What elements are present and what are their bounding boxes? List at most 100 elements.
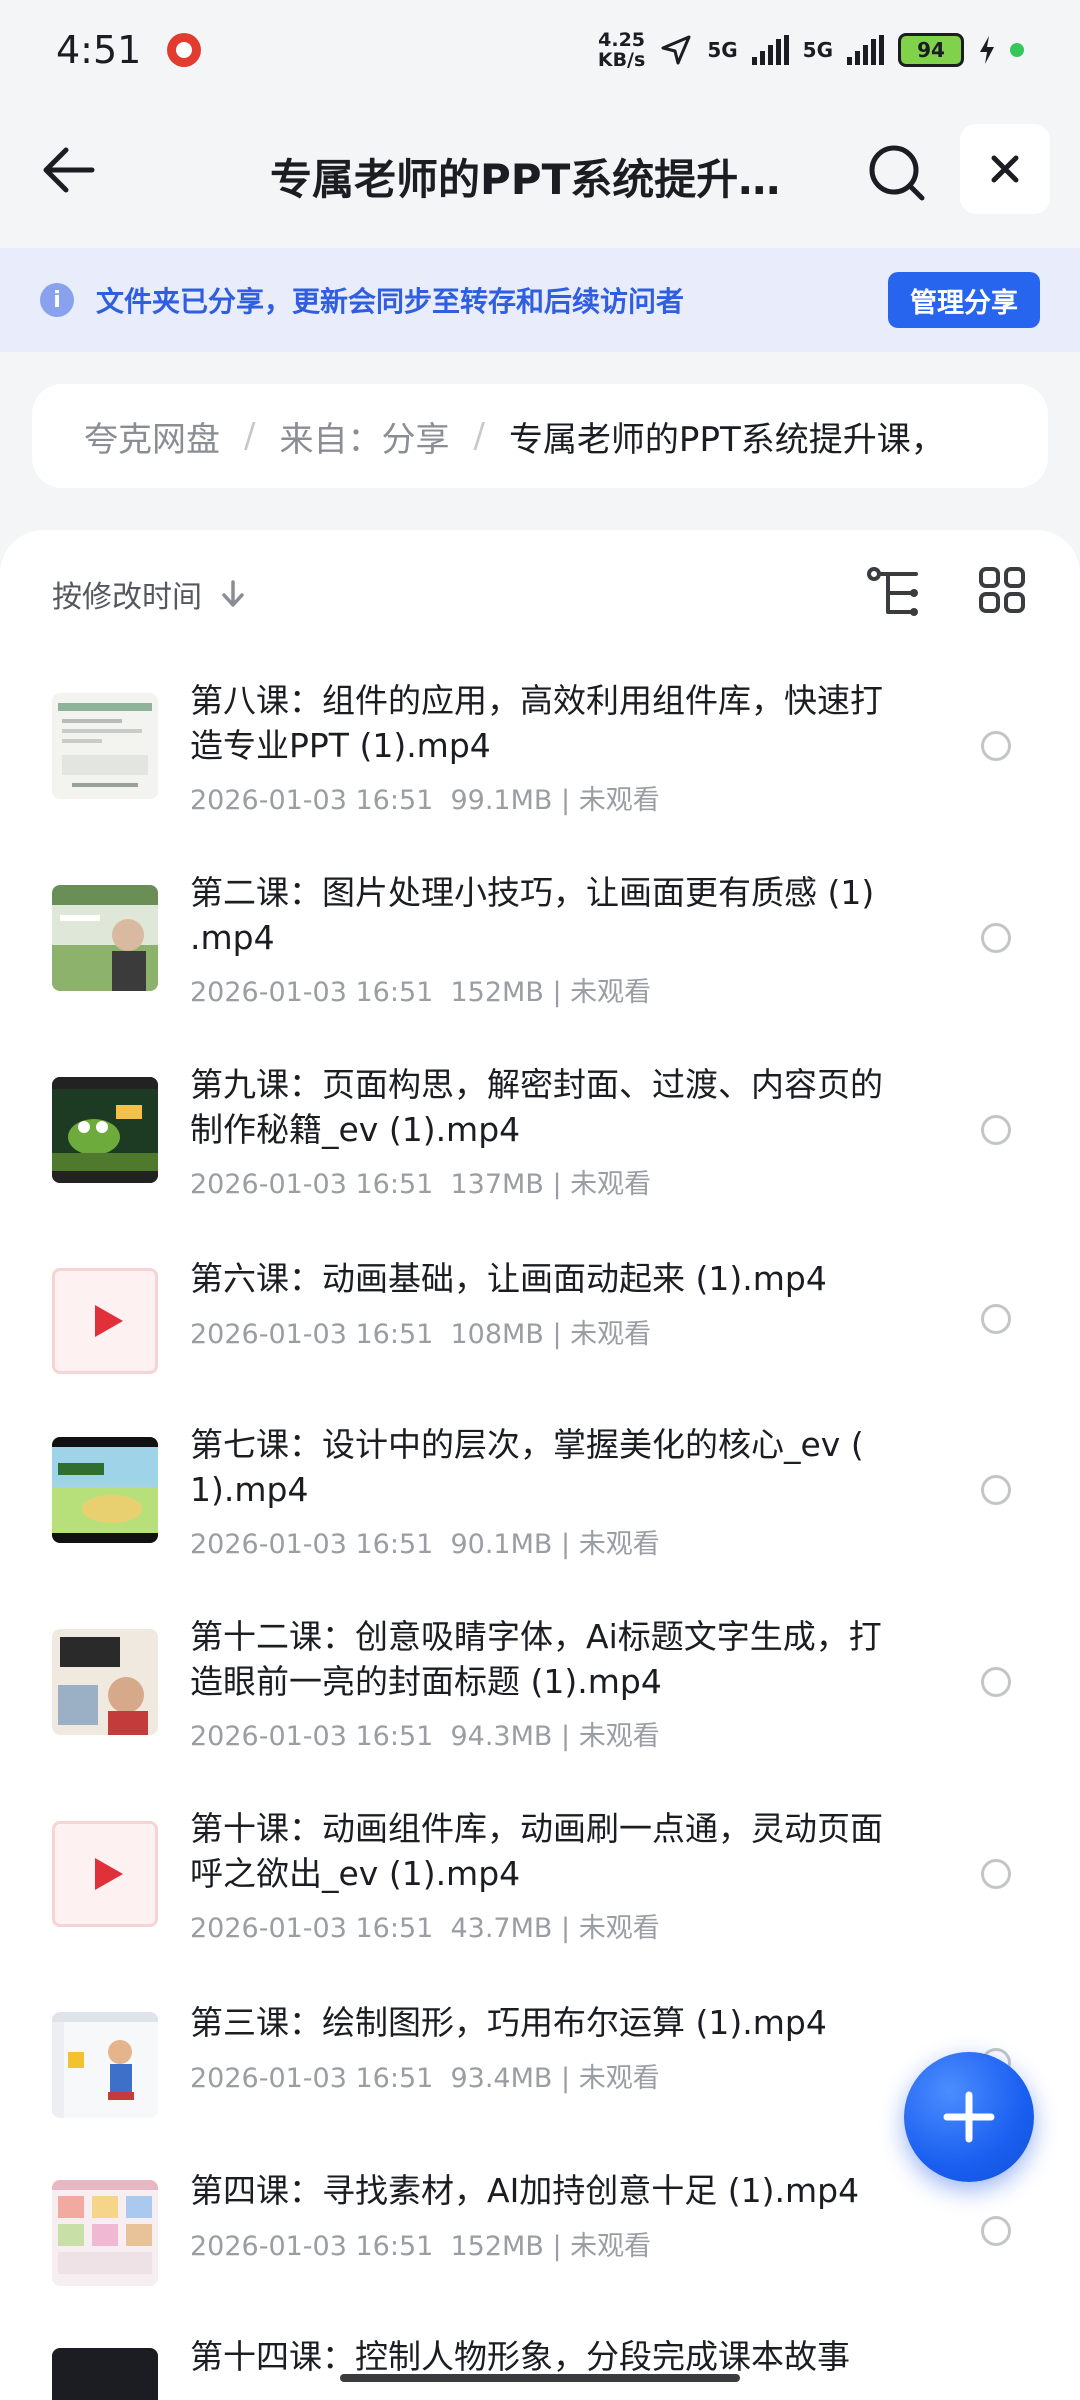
file-date: 2026-01-03 16:51 [190, 1529, 434, 1560]
select-radio[interactable] [981, 923, 1011, 953]
file-size: 90.1MB [450, 1529, 553, 1560]
home-indicator[interactable] [340, 2374, 740, 2382]
file-name: 第十课：动画组件库，动画刷一点通，灵动页面呼之欲出_ev (1).mp4 [190, 1809, 883, 1893]
title-bar: 专属老师的PPT系统提升… [0, 110, 1080, 230]
file-name: 第八课：组件的应用，高效利用组件库，快速打造专业PPT (1).mp4 [190, 681, 883, 765]
file-size: 99.1MB [450, 785, 553, 816]
watch-status: 未观看 [578, 2063, 660, 2094]
watch-status: 未观看 [570, 1319, 652, 1350]
tree-view-icon [867, 567, 918, 616]
file-meta: 2026-01-03 16:51 152MB | 未观看 [190, 2231, 652, 2262]
file-name: 第九课：页面构思，解密封面、过渡、内容页的制作秘籍_ev (1).mp4 [190, 1065, 883, 1149]
select-radio[interactable] [981, 1304, 1011, 1334]
signal-label-2: 5G [802, 38, 833, 62]
file-date: 2026-01-03 16:51 [190, 977, 434, 1008]
sort-button[interactable]: 按修改时间 [52, 572, 246, 616]
arrow-down-icon [222, 580, 244, 607]
signal-label-1: 5G [707, 38, 738, 62]
select-radio[interactable] [981, 731, 1011, 761]
search-icon [869, 145, 925, 201]
video-thumbnail [52, 885, 158, 991]
file-size: 93.4MB [450, 2063, 553, 2094]
breadcrumb-item-root[interactable]: 夸克网盘 [84, 412, 220, 461]
network-speed-unit: KB/s [597, 49, 646, 71]
file-date: 2026-01-03 16:51 [190, 2063, 434, 2094]
info-icon: i [40, 283, 74, 317]
file-size: 94.3MB [450, 1721, 553, 1752]
tree-view-button[interactable] [866, 566, 924, 620]
file-date: 2026-01-03 16:51 [190, 1319, 434, 1350]
select-radio[interactable] [981, 1667, 1011, 1697]
list-item[interactable]: 第十课：动画组件库，动画刷一点通，灵动页面呼之欲出_ev (1).mp4 202… [0, 1778, 1080, 1970]
file-name: 第四课：寻找素材，AI加持创意十足 (1).mp4 [190, 2171, 860, 2210]
file-date: 2026-01-03 16:51 [190, 1913, 434, 1944]
file-name: 第六课：动画基础，让画面动起来 (1).mp4 [190, 1259, 827, 1298]
video-thumbnail [52, 2012, 158, 2118]
arrow-left-icon [43, 147, 95, 193]
manage-share-button[interactable]: 管理分享 [888, 272, 1040, 328]
grid-view-button[interactable] [978, 566, 1026, 614]
file-size: 43.7MB [450, 1913, 553, 1944]
select-radio[interactable] [981, 1475, 1011, 1505]
video-file-icon [52, 1821, 158, 1927]
list-item[interactable]: 第十四课：控制人物形象，分段完成课本故事 [0, 2306, 1080, 2400]
file-date: 2026-01-03 16:51 [190, 2231, 434, 2262]
close-button[interactable] [960, 124, 1050, 214]
network-speed: 4.25 KB/s [598, 30, 645, 70]
status-time: 4:51 [56, 28, 142, 72]
status-bar: 4:51 4.25 KB/s 5G 5G 94 [0, 0, 1080, 100]
file-meta: 2026-01-03 16:51 94.3MB | 未观看 [190, 1721, 660, 1752]
battery-icon: 94 [898, 33, 964, 67]
watch-status: 未观看 [578, 785, 660, 816]
battery-level: 94 [917, 38, 945, 62]
list-item[interactable]: 第八课：组件的应用，高效利用组件库，快速打造专业PPT (1).mp4 2026… [0, 650, 1080, 842]
file-meta: 2026-01-03 16:51 152MB | 未观看 [190, 977, 652, 1008]
video-file-icon [52, 1268, 158, 1374]
file-date: 2026-01-03 16:51 [190, 1721, 434, 1752]
privacy-dot-icon [1010, 43, 1024, 57]
file-name: 第十四课：控制人物形象，分段完成课本故事 [190, 2337, 850, 2376]
close-icon [991, 155, 1019, 183]
file-name: 第七课：设计中的层次，掌握美化的核心_ev ( 1).mp4 [190, 1425, 864, 1509]
file-name: 第十二课：创意吸睛字体，Ai标题文字生成，打造眼前一亮的封面标题 (1).mp4 [190, 1617, 882, 1701]
charging-icon [980, 36, 994, 64]
file-date: 2026-01-03 16:51 [190, 1169, 434, 1200]
video-thumbnail [52, 693, 158, 799]
file-meta: 2026-01-03 16:51 108MB | 未观看 [190, 1319, 652, 1350]
select-radio[interactable] [981, 2216, 1011, 2246]
file-meta: 2026-01-03 16:51 90.1MB | 未观看 [190, 1529, 660, 1560]
network-speed-value: 4.25 [598, 29, 646, 51]
select-radio[interactable] [981, 1115, 1011, 1145]
file-date: 2026-01-03 16:51 [190, 785, 434, 816]
file-meta: 2026-01-03 16:51 99.1MB | 未观看 [190, 785, 660, 816]
signal-strength-icon [751, 35, 789, 65]
list-item[interactable]: 第七课：设计中的层次，掌握美化的核心_ev ( 1).mp4 2026-01-0… [0, 1394, 1080, 1586]
back-button[interactable] [36, 138, 106, 202]
list-item[interactable]: 第十二课：创意吸睛字体，Ai标题文字生成，打造眼前一亮的封面标题 (1).mp4… [0, 1586, 1080, 1778]
breadcrumb-separator: / [473, 416, 485, 456]
sort-label: 按修改时间 [52, 580, 202, 615]
file-meta: 2026-01-03 16:51 93.4MB | 未观看 [190, 2063, 660, 2094]
select-radio[interactable] [981, 1859, 1011, 1889]
file-size: 137MB [450, 1169, 544, 1200]
watch-status: 未观看 [578, 1529, 660, 1560]
breadcrumb-item-shared[interactable]: 来自：分享 [279, 412, 449, 461]
add-button[interactable] [904, 2052, 1034, 2182]
file-meta: 2026-01-03 16:51 137MB | 未观看 [190, 1169, 652, 1200]
watch-status: 未观看 [570, 977, 652, 1008]
location-arrow-icon [661, 35, 691, 65]
list-item[interactable]: 第四课：寻找素材，AI加持创意十足 (1).mp4 2026-01-03 16:… [0, 2138, 1080, 2306]
file-size: 152MB [450, 977, 544, 1008]
signal-strength-icon [847, 35, 884, 65]
sort-bar: 按修改时间 [0, 530, 1080, 650]
video-thumbnail [52, 1629, 158, 1735]
list-item[interactable]: 第二课：图片处理小技巧，让画面更有质感 (1) .mp4 2026-01-03 … [0, 842, 1080, 1034]
grid-view-icon [979, 567, 1025, 613]
search-button[interactable] [862, 138, 932, 208]
file-meta: 2026-01-03 16:51 43.7MB | 未观看 [190, 1913, 660, 1944]
list-item[interactable]: 第九课：页面构思，解密封面、过渡、内容页的制作秘籍_ev (1).mp4 202… [0, 1034, 1080, 1226]
file-name: 第三课：绘制图形，巧用布尔运算 (1).mp4 [190, 2003, 827, 2042]
list-item[interactable]: 第六课：动画基础，让画面动起来 (1).mp4 2026-01-03 16:51… [0, 1226, 1080, 1394]
plus-icon [943, 2091, 995, 2143]
video-thumbnail [52, 1077, 158, 1183]
